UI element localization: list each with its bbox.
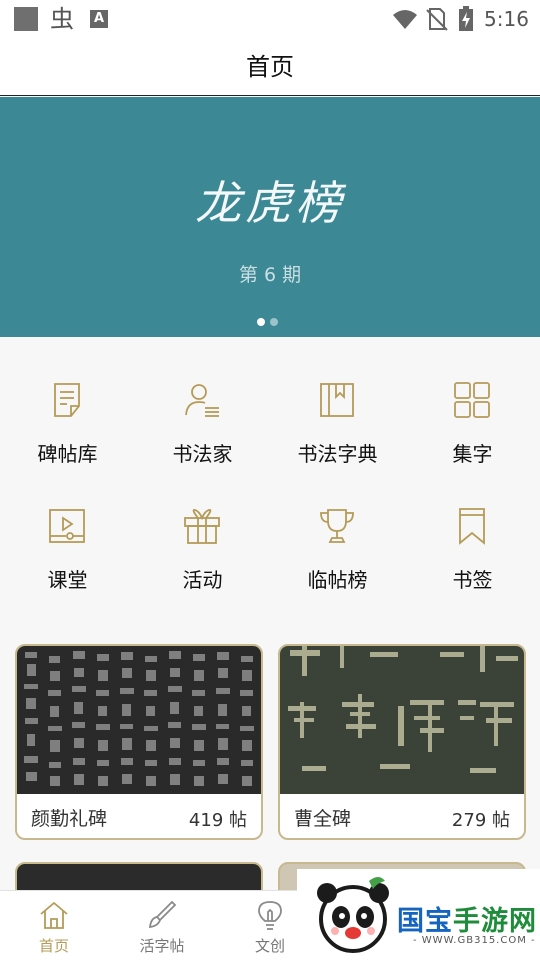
menu-item-activities[interactable]: 活动 xyxy=(135,463,270,592)
lightbulb-icon xyxy=(258,901,282,930)
grid-icon xyxy=(454,382,490,418)
brush-icon xyxy=(148,900,177,929)
home-icon xyxy=(40,901,68,929)
menu-item-stele-library[interactable]: 碑帖库 xyxy=(0,337,135,466)
document-icon xyxy=(54,383,80,417)
bookmark-icon xyxy=(459,508,485,545)
battery-charging-icon xyxy=(459,6,473,31)
carousel-dot-active xyxy=(257,318,265,326)
menu-item-dictionary[interactable]: 书法字典 xyxy=(270,337,405,466)
menu-item-label: 活动 xyxy=(182,568,223,592)
no-sim-icon xyxy=(426,8,448,31)
gift-icon xyxy=(184,509,220,544)
watermark-url: - WWW.GB315.COM - xyxy=(413,935,536,946)
bug-notification-icon: 虫 xyxy=(50,5,74,33)
panda-logo xyxy=(317,877,389,953)
stele-name: 曹全碑 xyxy=(294,808,352,830)
tab-label: 首页 xyxy=(38,937,69,955)
menu-item-ranking[interactable]: 临帖榜 xyxy=(270,463,405,592)
book-icon xyxy=(320,383,354,417)
site-watermark: 国宝手游网 - WWW.GB315.COM - xyxy=(297,869,540,960)
page-title: 首页 xyxy=(0,38,540,96)
a-notification-icon: A xyxy=(90,10,108,28)
watermark-brand-a: 国宝 xyxy=(397,906,453,937)
trophy-icon xyxy=(320,509,354,543)
notification-square-icon xyxy=(14,7,38,31)
tab-movable-type[interactable]: 活字帖 xyxy=(108,891,216,960)
tab-label: 活字帖 xyxy=(139,937,185,955)
person-list-icon xyxy=(185,384,219,417)
menu-item-bookmarks[interactable]: 书签 xyxy=(405,463,540,592)
stele-rubbing-image xyxy=(17,646,261,794)
wifi-icon xyxy=(393,10,417,29)
menu-item-label: 书签 xyxy=(452,568,493,592)
menu-item-label: 课堂 xyxy=(47,568,88,592)
tab-home[interactable]: 首页 xyxy=(0,891,108,960)
stele-card-yanqinli[interactable]: 颜勤礼碑 419 帖 xyxy=(15,644,263,840)
menu-item-label: 临帖榜 xyxy=(307,568,368,592)
stele-name: 颜勤礼碑 xyxy=(31,808,108,830)
stele-rubbing-image xyxy=(280,646,524,794)
stele-count: 279 帖 xyxy=(451,810,510,831)
watermark-brand-b: 手游网 xyxy=(453,906,537,937)
clock: 5:16 xyxy=(484,7,529,31)
carousel-indicator xyxy=(257,311,283,326)
menu-item-classroom[interactable]: 课堂 xyxy=(0,463,135,592)
menu-item-calligraphers[interactable]: 书法家 xyxy=(135,337,270,466)
banner-subtitle: 第 6 期 xyxy=(238,264,302,286)
menu-item-collect-chars[interactable]: 集字 xyxy=(405,337,540,466)
video-lesson-icon xyxy=(49,509,85,543)
watermark-brand: 国宝手游网 xyxy=(397,899,537,938)
banner-carousel[interactable]: 龙虎榜 第 6 期 xyxy=(0,97,540,337)
banner-title: 龙虎榜 xyxy=(195,176,345,230)
status-bar: 虫 A 5:16 xyxy=(0,0,540,38)
stele-count: 419 帖 xyxy=(188,810,247,831)
feature-grid: 碑帖库 书法家 书法字典 集字 课堂 活动 临帖榜 书签 xyxy=(0,337,540,637)
carousel-dot xyxy=(270,318,278,326)
stele-card-caoquan[interactable]: 曹全碑 279 帖 xyxy=(278,644,526,840)
